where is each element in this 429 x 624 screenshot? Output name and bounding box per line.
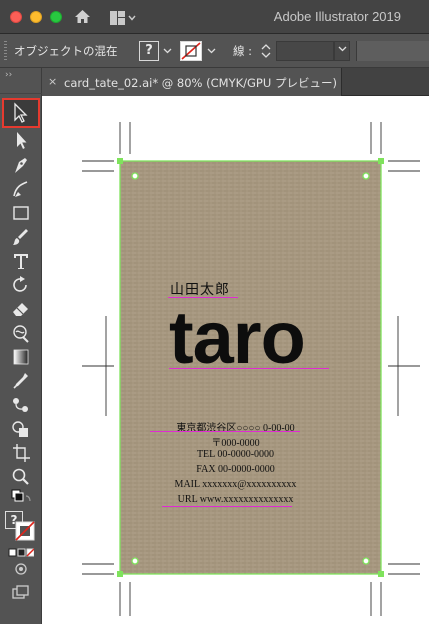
contact-baseline-underline <box>162 506 292 507</box>
fax-line[interactable]: FAX 00-0000-0000 <box>42 464 429 475</box>
title-bar: Adobe Illustrator 2019 <box>0 0 429 34</box>
shape-builder-tool-icon[interactable] <box>8 418 34 440</box>
tab-label: card_tate_02.ai* @ 80% (CMYK/GPU プレビュー) <box>64 76 337 90</box>
selection-type-label: オブジェクトの混在 <box>14 44 118 58</box>
pen-tool-icon[interactable] <box>8 154 34 176</box>
artboard-canvas[interactable]: 山田太郎 taro 東京都渋谷区○○○○ 0-00-00 〒000-0000 T… <box>42 96 429 624</box>
warp-tool-icon[interactable] <box>8 322 34 344</box>
selection-tool-icon[interactable] <box>2 98 40 128</box>
tel-line[interactable]: TEL 00-0000-0000 <box>42 449 429 460</box>
illustrator-window: Adobe Illustrator 2019 オブジェクトの混在 ? 線 : ›… <box>0 0 429 624</box>
stroke-indicator-icon[interactable] <box>15 521 35 541</box>
fill-swatch[interactable]: ? <box>139 41 159 61</box>
url-line[interactable]: URL www.xxxxxxxxxxxxxx <box>42 494 429 505</box>
type-tool-icon[interactable] <box>8 250 34 272</box>
rotate-tool-icon[interactable] <box>8 274 34 296</box>
paintbrush-tool-icon[interactable] <box>8 226 34 248</box>
close-tab-icon[interactable]: × <box>48 75 57 88</box>
control-bar: オブジェクトの混在 ? 線 : <box>0 34 429 68</box>
curvature-tool-icon[interactable] <box>8 178 34 200</box>
close-window-button[interactable] <box>10 11 22 23</box>
document-tab-bar: × card_tate_02.ai* @ 80% (CMYK/GPU プレビュー… <box>42 68 429 96</box>
tools-panel: ›› ? <box>0 68 42 624</box>
blend-tool-icon[interactable] <box>8 394 34 416</box>
stroke-weight-spinner[interactable] <box>260 43 272 59</box>
direct-selection-tool-icon[interactable] <box>8 130 34 152</box>
stroke-weight-label: 線 : <box>233 44 253 58</box>
eyedropper-tool-icon[interactable] <box>8 370 34 392</box>
stroke-swatch[interactable] <box>180 41 202 61</box>
workspace-switcher-icon[interactable] <box>110 10 136 25</box>
drawing-mode-icon[interactable] <box>8 560 34 578</box>
home-icon[interactable] <box>74 9 91 24</box>
color-mode-buttons[interactable] <box>8 544 35 557</box>
rectangle-tool-icon[interactable] <box>8 202 34 224</box>
fill-stroke-indicator[interactable]: ? <box>5 511 35 541</box>
address-baseline-underline <box>150 431 300 432</box>
variable-width-profile-field[interactable] <box>356 41 429 61</box>
tools-panel-header: ›› <box>0 68 42 94</box>
default-fill-stroke-icon[interactable] <box>8 488 34 506</box>
eraser-tool-icon[interactable] <box>8 298 34 320</box>
collapse-panel-icon[interactable]: ›› <box>5 70 12 80</box>
tab-document[interactable]: × card_tate_02.ai* @ 80% (CMYK/GPU プレビュー… <box>42 68 342 96</box>
zoom-tool-icon[interactable] <box>8 466 34 488</box>
romaji-baseline-underline <box>169 368 329 369</box>
screen-mode-icon[interactable] <box>8 584 34 602</box>
fill-dropdown-chevron-icon[interactable] <box>163 46 172 55</box>
stroke-weight-input[interactable] <box>276 41 334 61</box>
zoom-window-button[interactable] <box>50 11 62 23</box>
panel-grip-icon[interactable] <box>4 41 7 61</box>
stroke-dropdown-chevron-icon[interactable] <box>207 46 216 55</box>
postal-code-line[interactable]: 〒000-0000 <box>42 434 429 449</box>
gradient-tool-icon[interactable] <box>8 346 34 368</box>
minimize-window-button[interactable] <box>30 11 42 23</box>
artboard-tool-icon[interactable] <box>8 442 34 464</box>
mail-line[interactable]: MAIL xxxxxxx@xxxxxxxxxx <box>42 479 429 490</box>
window-title: Adobe Illustrator 2019 <box>273 9 401 24</box>
stroke-weight-dropdown[interactable] <box>334 41 350 61</box>
